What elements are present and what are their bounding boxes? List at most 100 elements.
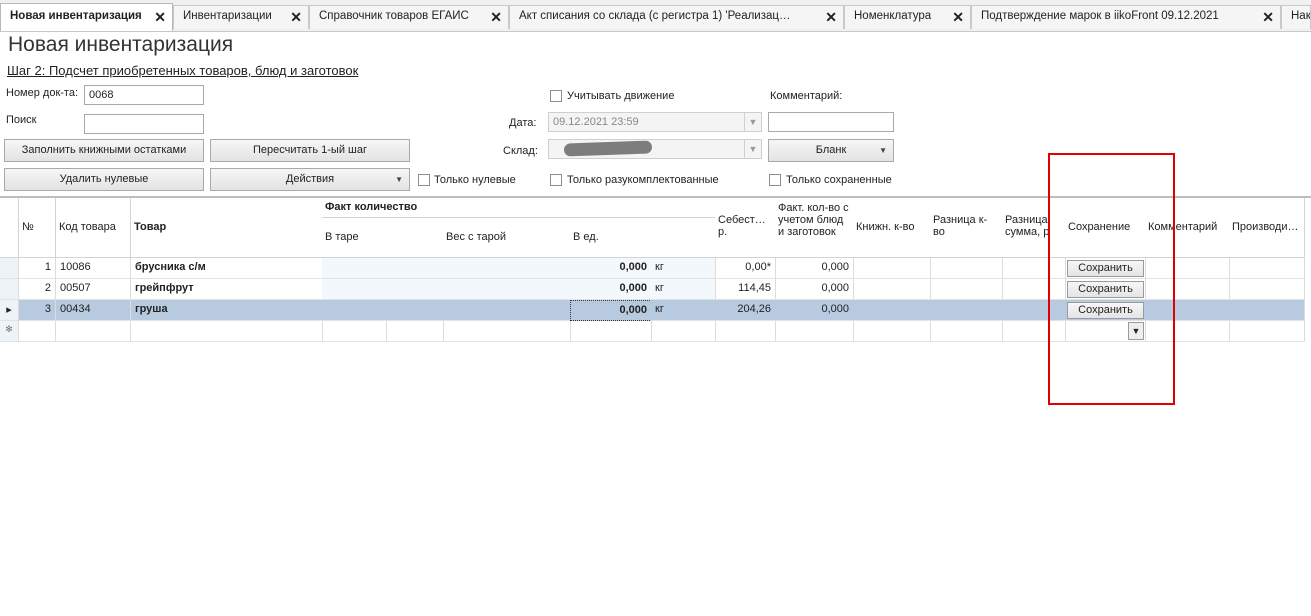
col-producer[interactable]: Производи… [1229,198,1305,258]
cell-product[interactable] [131,321,323,342]
tab-label: Накл [1291,10,1311,22]
cell-diff-qty [930,258,1003,279]
cell-unit[interactable] [651,321,716,342]
tab-inventories[interactable]: Инвентаризации ✕ [173,5,309,29]
cell-book-qty [853,321,931,342]
doc-number-label: Номер док-та: [6,87,79,99]
tab-label: Справочник товаров ЕГАИС [319,10,469,22]
doc-number-input[interactable]: 0068 [84,85,204,105]
new-row-icon: ✻ [0,321,19,342]
track-movement-checkbox[interactable] [550,90,562,102]
close-icon[interactable]: ✕ [825,9,837,25]
cell-tare-unit[interactable] [386,300,444,321]
tab-label: Номенклатура [854,10,932,22]
row-indicator [0,279,19,300]
tab-egais-reference[interactable]: Справочник товаров ЕГАИС ✕ [309,5,509,29]
cell-book-qty [853,279,931,300]
tab-bar: Новая инвентаризация ✕ Инвентаризации ✕ … [0,0,1311,32]
col-weight-with-tare[interactable]: Вес с тарой [443,218,571,258]
cell-producer[interactable] [1229,300,1305,321]
close-icon[interactable]: ✕ [952,9,964,25]
col-cost[interactable]: Себест… р. [715,198,776,258]
chevron-down-icon: ▼ [879,146,887,155]
row-indicator [0,258,19,279]
cell-tare-unit[interactable] [386,279,444,300]
cell-fact-incl: 0,000 [775,258,854,279]
cell-unit: кг [651,300,716,321]
only-zero-checkbox[interactable] [418,174,430,186]
cell-tare-qty[interactable] [322,258,387,279]
cell-units-qty[interactable]: 0,000 [570,279,652,300]
close-icon[interactable]: ✕ [154,9,166,25]
cell-tare-qty[interactable] [322,321,387,342]
only-zero-label: Только нулевые [434,174,516,186]
col-product[interactable]: Товар [131,198,323,258]
col-in-units[interactable]: В ед. [570,218,716,258]
comment-input[interactable] [768,112,894,132]
cell-producer[interactable] [1229,258,1305,279]
blank-dropdown[interactable]: Бланк ▼ [768,139,894,162]
highlight-annotation-box [1048,153,1175,405]
cell-num: 2 [19,279,56,300]
date-input: 09.12.2021 23:59 ▼ [548,112,762,132]
col-fact-incl[interactable]: Факт. кол-во с учетом блюд и заготовок [775,198,854,258]
cell-producer[interactable] [1229,279,1305,300]
blank-label: Бланк [815,144,847,156]
step-link[interactable]: Шаг 2: Подсчет приобретенных товаров, бл… [7,63,358,78]
cell-unit: кг [651,279,716,300]
date-value: 09.12.2021 23:59 [553,116,639,128]
cell-units-qty[interactable]: 0,000 [570,258,652,279]
cell-units-qty[interactable] [570,321,652,342]
cell-code: 00434 [56,300,131,321]
cell-weight-with-tare[interactable] [443,300,571,321]
cell-num: 3 [19,300,56,321]
recalculate-step1-button[interactable]: Пересчитать 1-ый шаг [210,139,410,162]
cell-num[interactable] [19,321,56,342]
cell-tare-qty[interactable] [322,300,387,321]
only-saved-label: Только сохраненные [786,174,892,186]
cell-product: брусника с/м [131,258,323,279]
cell-cost: 0,00* [715,258,776,279]
col-in-tare[interactable]: В таре [322,218,444,258]
only-disassembled-label: Только разукомплектованные [567,174,719,186]
cell-weight-with-tare[interactable] [443,258,571,279]
only-saved-checkbox[interactable] [769,174,781,186]
col-diff-qty[interactable]: Разница к-во [930,198,1003,258]
cell-weight-with-tare[interactable] [443,321,571,342]
cell-code[interactable] [56,321,131,342]
chevron-down-icon: ▼ [744,140,761,158]
comment-label: Комментарий: [770,90,843,102]
cell-units-qty-focused[interactable]: 0,000 [570,300,652,321]
tab-writeoff-act[interactable]: Акт списания со склада (с регистра 1) 'Р… [509,5,844,29]
row-indicator-header [0,198,19,258]
col-num[interactable]: № [19,198,56,258]
cell-diff-qty [930,300,1003,321]
cell-book-qty [853,300,931,321]
col-code[interactable]: Код товара [56,198,131,258]
tab-label: Подтверждение марок в iikoFront 09.12.20… [981,10,1219,22]
fill-book-remains-button[interactable]: Заполнить книжными остатками [4,139,204,162]
delete-zero-button[interactable]: Удалить нулевые [4,168,204,191]
cell-weight-with-tare[interactable] [443,279,571,300]
close-icon[interactable]: ✕ [490,9,502,25]
tab-new-inventory[interactable]: Новая инвентаризация ✕ [0,3,173,31]
only-disassembled-checkbox[interactable] [550,174,562,186]
cell-tare-qty[interactable] [322,279,387,300]
cell-cost: 114,45 [715,279,776,300]
close-icon[interactable]: ✕ [1262,9,1274,25]
close-icon[interactable]: ✕ [290,9,302,25]
cell-fact-incl: 0,000 [775,300,854,321]
col-book-qty[interactable]: Книжн. к-во [853,198,931,258]
page-title: Новая инвентаризация [8,33,234,56]
actions-dropdown[interactable]: Действия ▼ [210,168,410,191]
tab-stamp-confirmation[interactable]: Подтверждение марок в iikoFront 09.12.20… [971,5,1281,29]
tab-label: Инвентаризации [183,10,272,22]
tab-nomenclature[interactable]: Номенклатура ✕ [844,5,971,29]
tab-invoice[interactable]: Накл [1281,5,1311,29]
cell-tare-unit[interactable] [386,258,444,279]
cell-code: 10086 [56,258,131,279]
cell-tare-unit[interactable] [386,321,444,342]
search-input[interactable] [84,114,204,134]
chevron-down-icon: ▼ [744,113,761,131]
cell-producer[interactable] [1229,321,1305,342]
